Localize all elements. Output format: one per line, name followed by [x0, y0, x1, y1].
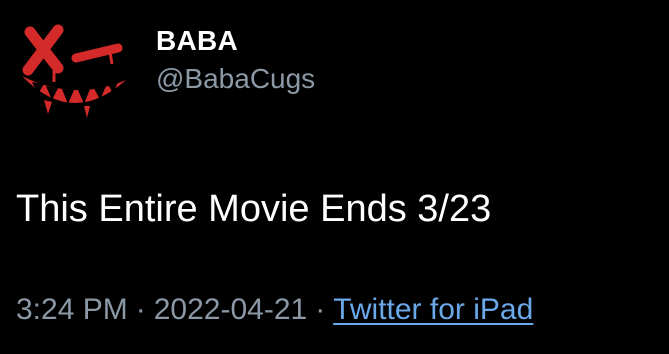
author-block: BABA @BabaCugs	[156, 24, 315, 96]
tweet-meta: 3:24 PM · 2022-04-21 · Twitter for iPad	[16, 290, 533, 330]
tweet-text: This Entire Movie Ends 3/23	[16, 188, 492, 230]
separator: ·	[135, 293, 146, 326]
avatar[interactable]	[14, 18, 132, 128]
tweet-date[interactable]: 2022-04-21	[154, 293, 307, 326]
tweet-time[interactable]: 3:24 PM	[16, 293, 128, 326]
tweet-card: BABA @BabaCugs This Entire Movie Ends 3/…	[0, 0, 669, 354]
source-link[interactable]: Twitter for iPad	[333, 293, 533, 326]
handle[interactable]: @BabaCugs	[156, 62, 315, 96]
display-name[interactable]: BABA	[156, 24, 315, 58]
separator: ·	[315, 293, 326, 326]
red-x-eye-fanged-grin-icon	[22, 24, 126, 118]
